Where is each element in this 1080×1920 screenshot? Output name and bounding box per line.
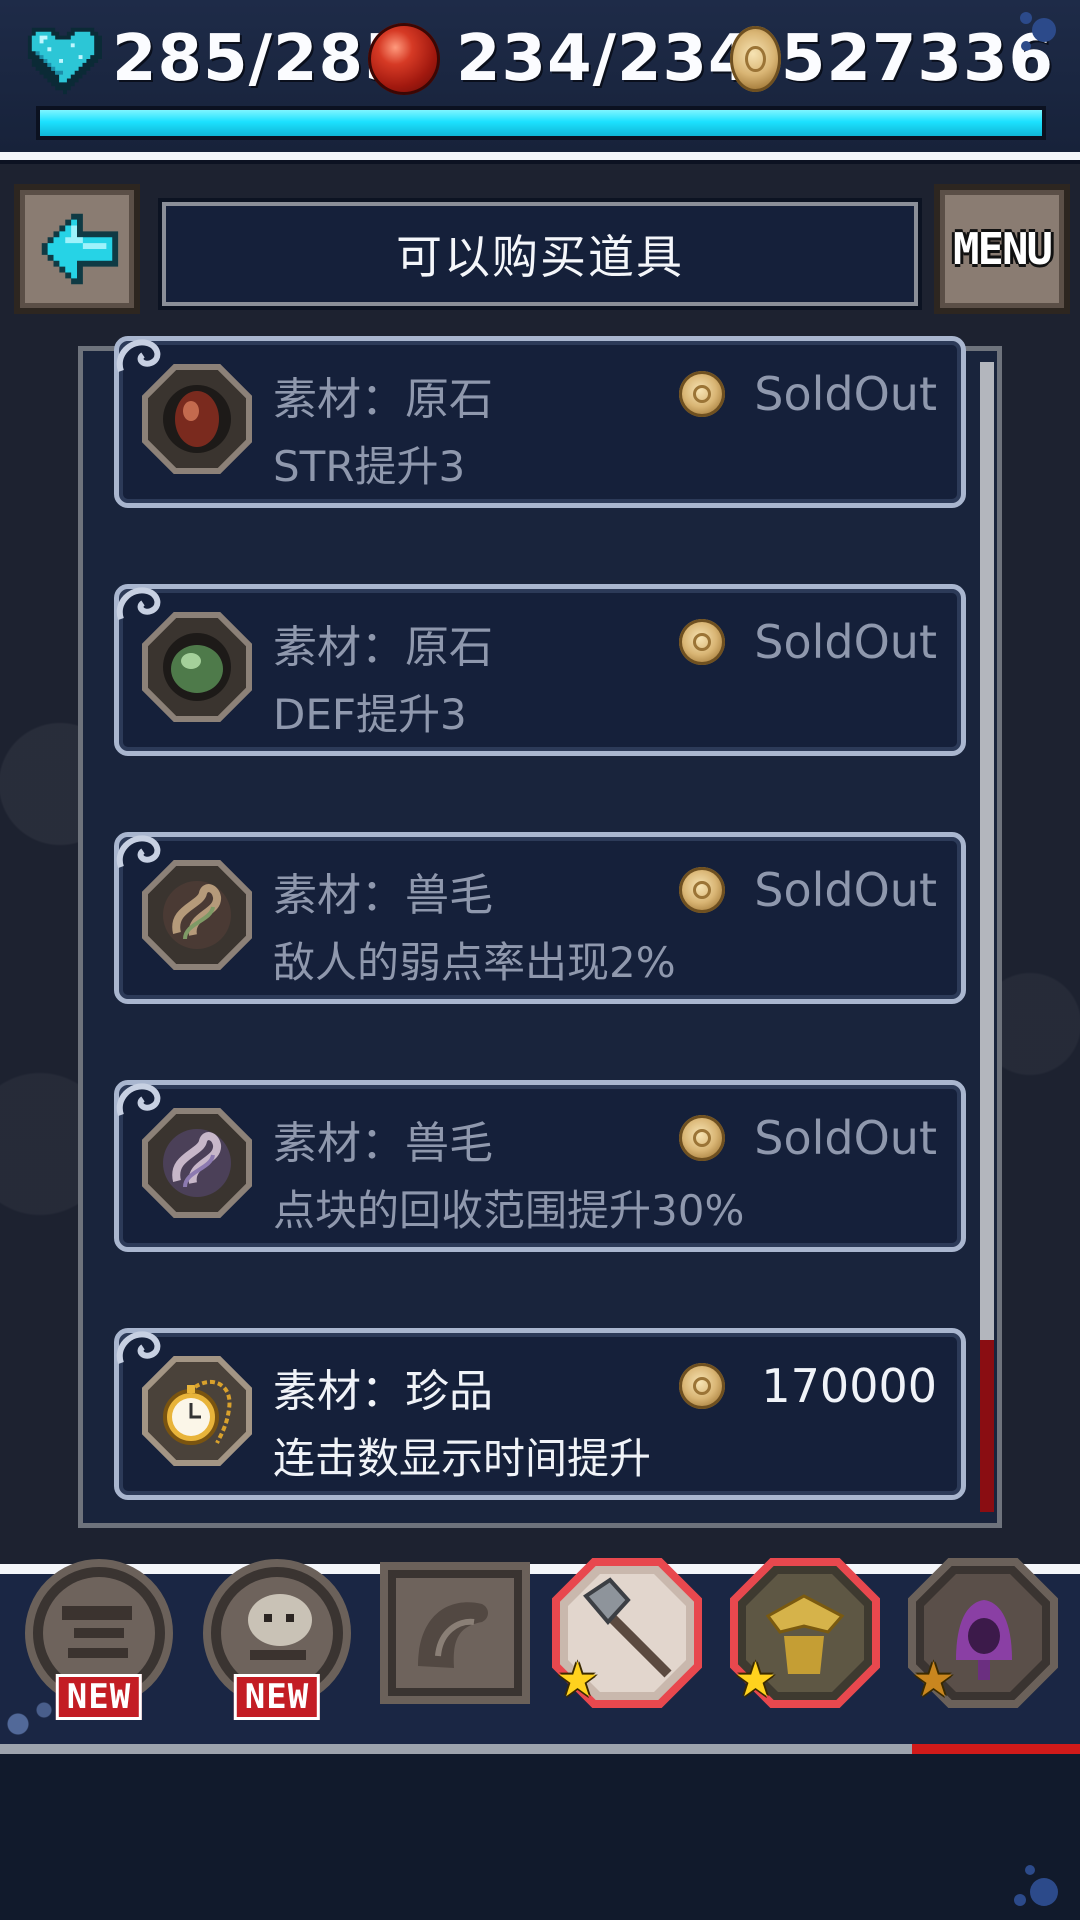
new-badge: NEW	[233, 1674, 321, 1720]
item-category: 素材：兽毛	[273, 1118, 493, 1169]
green-gem-icon	[142, 612, 252, 722]
page-title-box: 可以购买道具	[162, 202, 918, 306]
menu-label: MENU	[953, 223, 1053, 275]
slot-gold-armor[interactable]: ★	[728, 1556, 882, 1710]
star-icon: ★	[734, 1652, 778, 1708]
item-description: DEF提升3	[273, 690, 467, 739]
shop-item-card[interactable]: 素材：珍品 连击数显示时间提升 170000	[114, 1328, 966, 1500]
shop-item-card[interactable]: 素材：原石 DEF提升3 SoldOut	[114, 584, 966, 756]
item-price: SoldOut	[754, 615, 937, 669]
star-icon: ★	[912, 1652, 956, 1708]
pocket-watch-icon	[142, 1356, 252, 1466]
coin-icon	[679, 371, 725, 417]
item-description: 连击数显示时间提升	[273, 1434, 652, 1483]
item-description: 敌人的弱点率出现2%	[273, 938, 676, 987]
item-category: 素材：珍品	[273, 1366, 493, 1417]
item-price: SoldOut	[754, 863, 937, 917]
shop-item-card[interactable]: 素材：兽毛 点块的回收范围提升30% SoldOut	[114, 1080, 966, 1252]
footer-area	[0, 1754, 1080, 1920]
item-category: 素材：原石	[273, 374, 493, 425]
coin-icon	[679, 619, 725, 665]
item-description: 点块的回收范围提升30%	[273, 1186, 745, 1235]
slot-purple-hood[interactable]: ★	[906, 1556, 1060, 1710]
fur-swirl-icon	[142, 860, 252, 970]
slot-axe[interactable]: ★	[550, 1556, 704, 1710]
shell-creature-icon	[380, 1562, 530, 1704]
shop-item-card[interactable]: 素材：兽毛 敌人的弱点率出现2% SoldOut	[114, 832, 966, 1004]
mp-value: 234/234	[456, 22, 754, 96]
item-category: 素材：兽毛	[273, 870, 493, 921]
item-description: STR提升3	[273, 442, 466, 491]
item-price: SoldOut	[754, 367, 937, 421]
coin-icon	[679, 867, 725, 913]
divider	[0, 152, 1080, 160]
red-orb-icon	[368, 23, 440, 95]
status-bar: 285/285 234/234 527336	[0, 0, 1080, 152]
new-badge: NEW	[55, 1674, 143, 1720]
scrollbar-thumb[interactable]	[980, 362, 994, 1340]
heart-icon	[27, 27, 102, 95]
slot-shell[interactable]	[378, 1556, 532, 1710]
gold-stat: 527336	[730, 14, 1054, 104]
slot-ghost[interactable]: NEW	[200, 1556, 354, 1720]
shop-item-card[interactable]: 素材：原石 STR提升3 SoldOut	[114, 336, 966, 508]
page-title: 可以购买道具	[396, 230, 684, 284]
slot-scroll-indicator[interactable]	[912, 1744, 1080, 1754]
hp-value: 285/285	[112, 22, 410, 96]
star-icon: ★	[556, 1652, 600, 1708]
coin-icon	[679, 1363, 725, 1409]
fur-swirl-icon	[142, 1108, 252, 1218]
red-gem-icon	[142, 364, 252, 474]
bubble-decoration-icon	[1014, 1865, 1058, 1906]
mp-stat: 234/234	[368, 14, 754, 104]
coin-icon	[730, 26, 781, 92]
menu-button[interactable]: MENU	[934, 184, 1070, 314]
hp-stat: 285/285	[24, 14, 410, 104]
item-price: 170000	[761, 1359, 937, 1413]
slot-monster[interactable]: NEW	[22, 1556, 176, 1720]
scrollbar-remainder	[980, 1340, 994, 1512]
hp-bar	[36, 106, 1046, 140]
bubble-decoration-icon	[1020, 12, 1056, 51]
item-price: SoldOut	[754, 1111, 937, 1165]
back-button[interactable]	[14, 184, 140, 314]
hp-bar-fill	[40, 110, 1042, 136]
back-arrow-icon	[41, 213, 119, 285]
item-category: 素材：原石	[273, 622, 493, 673]
coin-icon	[679, 1115, 725, 1161]
